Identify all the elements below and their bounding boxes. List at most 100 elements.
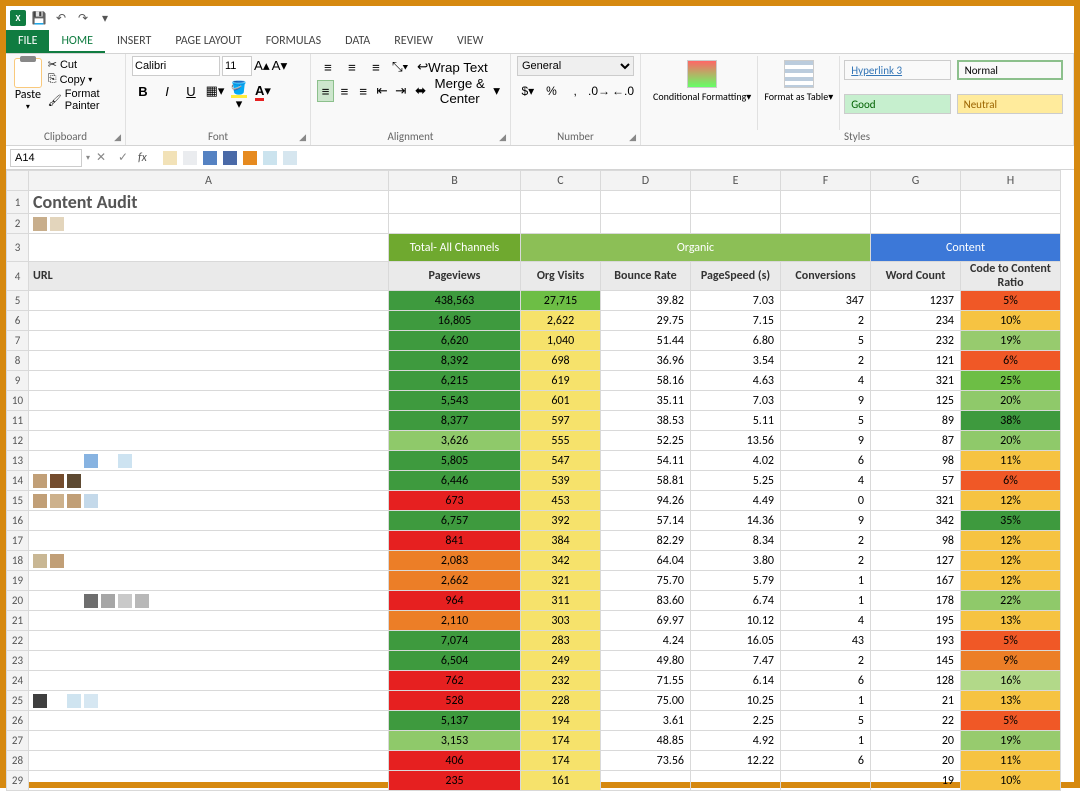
col-header[interactable]: B xyxy=(389,171,521,191)
comma-format-button[interactable]: , xyxy=(564,80,586,102)
cell[interactable]: 232 xyxy=(871,331,961,351)
row-header[interactable]: 7 xyxy=(7,331,29,351)
cell[interactable]: 6,504 xyxy=(389,651,521,671)
worksheet-area[interactable]: A B C D E F G H 1Content Audit23Total- A… xyxy=(6,170,1074,791)
row-header[interactable]: 5 xyxy=(7,291,29,311)
border-button[interactable]: ▦▾ xyxy=(204,80,226,102)
cell[interactable]: 4.49 xyxy=(691,491,781,511)
cell[interactable]: 127 xyxy=(871,551,961,571)
cell[interactable]: 1 xyxy=(781,571,871,591)
cell[interactable] xyxy=(29,331,389,351)
cell[interactable]: 20% xyxy=(961,431,1061,451)
cell[interactable]: Org Visits xyxy=(521,262,601,291)
cell[interactable]: 249 xyxy=(521,651,601,671)
cell[interactable]: 58.81 xyxy=(601,471,691,491)
style-normal[interactable]: Normal xyxy=(957,60,1063,80)
cell[interactable]: 9 xyxy=(781,431,871,451)
cell[interactable]: 195 xyxy=(871,611,961,631)
cell[interactable] xyxy=(29,631,389,651)
cell[interactable]: 6,215 xyxy=(389,371,521,391)
cell[interactable]: 5,805 xyxy=(389,451,521,471)
italic-button[interactable]: I xyxy=(156,80,178,102)
cell[interactable] xyxy=(29,451,389,471)
row-header[interactable]: 10 xyxy=(7,391,29,411)
row-header[interactable]: 16 xyxy=(7,511,29,531)
style-neutral[interactable]: Neutral xyxy=(957,94,1063,114)
cell[interactable]: 98 xyxy=(871,531,961,551)
cell[interactable] xyxy=(29,234,389,262)
cell[interactable]: 4.02 xyxy=(691,451,781,471)
font-color-button[interactable]: A▾ xyxy=(252,80,274,102)
cell[interactable] xyxy=(29,371,389,391)
cell[interactable]: 6% xyxy=(961,471,1061,491)
format-as-table-button[interactable]: Format as Table▾ xyxy=(758,56,840,130)
cell[interactable] xyxy=(29,751,389,771)
cell[interactable]: 2,622 xyxy=(521,311,601,331)
row-header[interactable]: 6 xyxy=(7,311,29,331)
dialog-launcher-icon[interactable]: ◢ xyxy=(629,132,636,143)
cell[interactable]: 12% xyxy=(961,551,1061,571)
cell[interactable]: 964 xyxy=(389,591,521,611)
font-family-select[interactable] xyxy=(132,56,220,76)
cell[interactable]: 1237 xyxy=(871,291,961,311)
section-header-organic[interactable]: Organic xyxy=(521,234,871,262)
cell[interactable]: 1 xyxy=(781,591,871,611)
paste-button[interactable]: Paste ▾ xyxy=(12,56,44,112)
row-header[interactable]: 9 xyxy=(7,371,29,391)
row-header[interactable]: 15 xyxy=(7,491,29,511)
cell[interactable]: 87 xyxy=(871,431,961,451)
cell[interactable]: 228 xyxy=(521,691,601,711)
cell[interactable]: 7.47 xyxy=(691,651,781,671)
row-header[interactable]: 22 xyxy=(7,631,29,651)
row-header[interactable]: 21 xyxy=(7,611,29,631)
redo-icon[interactable]: ↷ xyxy=(74,9,92,27)
section-header-total[interactable]: Total- All Channels xyxy=(389,234,521,262)
cell[interactable] xyxy=(29,651,389,671)
cell[interactable]: 311 xyxy=(521,591,601,611)
cell[interactable]: 4.92 xyxy=(691,731,781,751)
orientation-button[interactable]: ⤡▾ xyxy=(389,56,411,78)
cell[interactable]: 1 xyxy=(781,691,871,711)
cell[interactable] xyxy=(29,591,389,611)
cell[interactable]: 174 xyxy=(521,731,601,751)
cell[interactable]: 321 xyxy=(871,371,961,391)
cell[interactable]: 64.04 xyxy=(601,551,691,571)
cell[interactable]: 7.15 xyxy=(691,311,781,331)
cell[interactable]: 43 xyxy=(781,631,871,651)
cell[interactable]: 71.55 xyxy=(601,671,691,691)
cell[interactable]: 2 xyxy=(781,551,871,571)
insert-function-icon[interactable]: fx xyxy=(134,151,151,165)
cell[interactable] xyxy=(601,214,691,234)
decrease-decimal-button[interactable]: ←.0 xyxy=(612,80,634,102)
cell[interactable] xyxy=(29,611,389,631)
row-header[interactable]: 27 xyxy=(7,731,29,751)
name-box[interactable] xyxy=(10,149,82,167)
cell[interactable]: Bounce Rate xyxy=(601,262,691,291)
cell[interactable]: 27,715 xyxy=(521,291,601,311)
bold-button[interactable]: B xyxy=(132,80,154,102)
col-header[interactable]: E xyxy=(691,171,781,191)
align-right-button[interactable]: ≡ xyxy=(355,80,372,102)
cell[interactable] xyxy=(29,731,389,751)
cell[interactable]: 438,563 xyxy=(389,291,521,311)
cell[interactable]: 125 xyxy=(871,391,961,411)
cell[interactable]: 82.29 xyxy=(601,531,691,551)
cell[interactable]: 6.74 xyxy=(691,591,781,611)
cell[interactable]: 25% xyxy=(961,371,1061,391)
row-header[interactable]: 11 xyxy=(7,411,29,431)
cell[interactable]: 10.12 xyxy=(691,611,781,631)
cell[interactable]: 14.36 xyxy=(691,511,781,531)
conditional-formatting-button[interactable]: Conditional Formatting▾ xyxy=(647,56,758,130)
cell[interactable] xyxy=(29,391,389,411)
tab-data[interactable]: DATA xyxy=(333,30,382,53)
cell[interactable]: 384 xyxy=(521,531,601,551)
cell[interactable]: 12% xyxy=(961,491,1061,511)
tab-page-layout[interactable]: PAGE LAYOUT xyxy=(163,30,253,53)
cell[interactable]: Code to Content Ratio xyxy=(961,262,1061,291)
cell[interactable]: 283 xyxy=(521,631,601,651)
cell[interactable] xyxy=(29,491,389,511)
row-header[interactable]: 2 xyxy=(7,214,29,234)
cell[interactable]: 19% xyxy=(961,331,1061,351)
dialog-launcher-icon[interactable]: ◢ xyxy=(499,132,506,143)
cell[interactable]: 13% xyxy=(961,611,1061,631)
